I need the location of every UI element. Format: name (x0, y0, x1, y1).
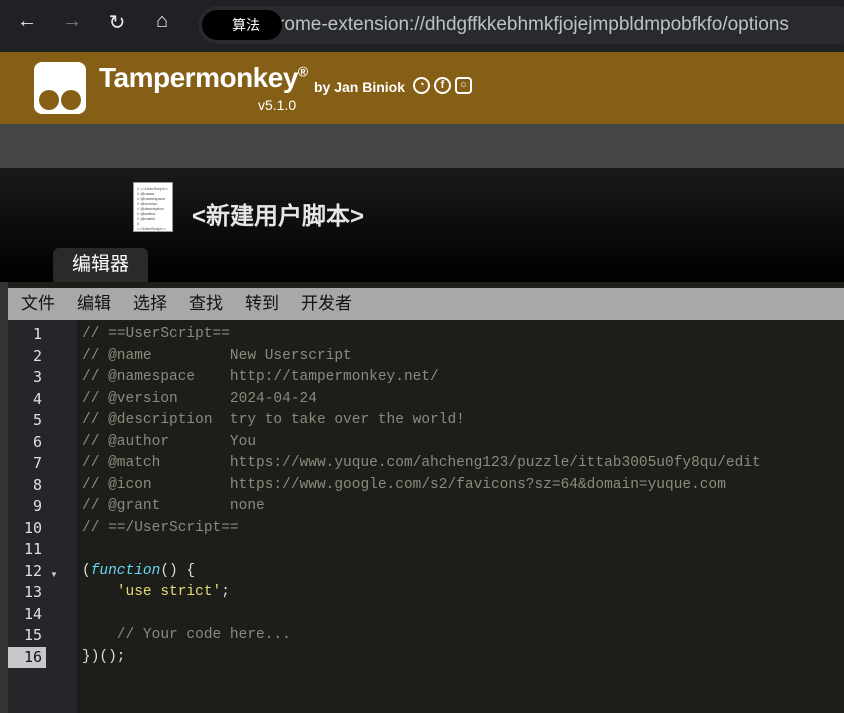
code-line[interactable]: // @version 2024-04-24 (82, 389, 317, 411)
menu-find[interactable]: 查找 (189, 288, 223, 320)
site-info-chip[interactable]: 算法 (202, 10, 282, 40)
app-header: Tampermonkey® by Jan Biniok v5.1.0 ◔ f ○ (0, 52, 844, 124)
left-border (0, 282, 8, 713)
line-number: 15 (23, 626, 42, 644)
line-number: 1 (32, 325, 42, 343)
instagram-icon[interactable]: ○ (455, 77, 472, 94)
line-number: 8 (32, 475, 42, 494)
editor-menubar: 文件 编辑 选择 查找 转到 开发者 (8, 288, 844, 320)
code-line[interactable]: // @description try to take over the wor… (82, 410, 465, 432)
line-number: 12 (23, 561, 42, 580)
fold-arrow-icon[interactable]: ▼ (50, 570, 58, 579)
nav-band (0, 124, 844, 168)
line-number: 14 (23, 604, 42, 623)
code-line[interactable]: // @name New Userscript (82, 346, 352, 368)
line-number: 7 (32, 454, 42, 472)
line-number: 10 (23, 518, 42, 537)
line-number: 2 (32, 346, 42, 365)
code-line[interactable]: // @match https://www.yuque.com/ahcheng1… (82, 453, 761, 475)
code-line[interactable]: // @grant none (82, 496, 265, 518)
line-number: 3 (32, 368, 42, 386)
menu-developer[interactable]: 开发者 (301, 288, 352, 320)
line-number: 4 (32, 389, 42, 408)
tab-editor[interactable]: 编辑器 (53, 248, 148, 282)
code-line[interactable]: // Your code here... (82, 625, 291, 647)
app-title: Tampermonkey® (99, 62, 308, 93)
code-line[interactable]: // @namespace http://tampermonkey.net/ (82, 367, 439, 389)
menu-edit[interactable]: 编辑 (77, 288, 111, 320)
code-line[interactable]: // ==/UserScript== (82, 518, 239, 540)
github-icon[interactable]: ◔ (413, 77, 430, 94)
forward-icon[interactable]: → (57, 10, 87, 33)
line-number: 11 (23, 540, 42, 558)
line-number: 9 (32, 497, 42, 515)
home-icon[interactable]: ⌂ (147, 10, 177, 33)
script-header: // ==UserScript==// @name// @namespace//… (0, 168, 844, 282)
script-title: <新建用户脚本> (192, 203, 365, 230)
code-line[interactable]: 'use strict'; (82, 582, 230, 604)
line-number: 13 (23, 583, 42, 601)
line-number: 16 (8, 646, 46, 668)
tampermonkey-logo (34, 62, 86, 114)
reload-icon[interactable]: ↻ (102, 10, 132, 35)
url-text: chrome-extension://dhdgffkkebhmkfjojejmp… (258, 14, 789, 35)
code-line[interactable]: // ==UserScript== (82, 324, 230, 346)
browser-toolbar: ← → ↻ ⌂ chrome-extension://dhdgffkkebhmk… (0, 0, 844, 52)
code-line[interactable]: // @author You (82, 432, 256, 454)
version-label: v5.1.0 (258, 97, 297, 113)
menu-selection[interactable]: 选择 (133, 288, 167, 320)
author-credit: by Jan Biniok (314, 79, 406, 95)
script-document-icon: // ==UserScript==// @name// @namespace//… (133, 182, 173, 232)
code-line[interactable]: (function() { (82, 561, 195, 583)
line-number: 6 (32, 432, 42, 451)
facebook-icon[interactable]: f (434, 77, 451, 94)
address-bar[interactable]: chrome-extension://dhdgffkkebhmkfjojejmp… (198, 6, 844, 44)
line-number: 5 (32, 411, 42, 429)
menu-file[interactable]: 文件 (21, 288, 55, 320)
code-line[interactable]: })(); (82, 647, 126, 669)
code-line[interactable]: // @icon https://www.google.com/s2/favic… (82, 475, 726, 497)
back-icon[interactable]: ← (12, 10, 42, 33)
menu-goto[interactable]: 转到 (245, 288, 279, 320)
